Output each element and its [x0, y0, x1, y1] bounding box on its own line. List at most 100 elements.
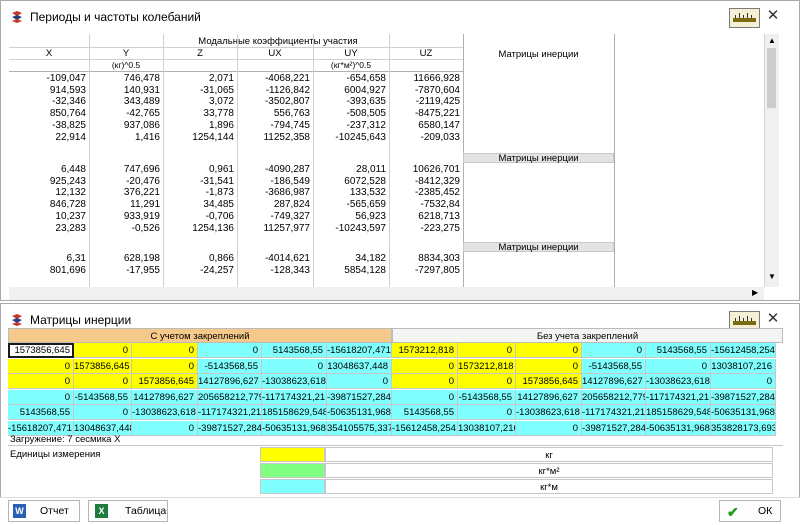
table-cell[interactable]: -10245,643 — [313, 132, 389, 143]
matrix-cell[interactable]: -39871527,284 — [582, 420, 646, 436]
table-cell[interactable]: 1254,144 — [163, 132, 237, 143]
table-cell[interactable]: 6,31 — [9, 253, 89, 264]
matrix-cell[interactable]: -15618207,471 — [327, 343, 392, 358]
table-cell[interactable]: 56,923 — [313, 211, 389, 222]
matrix-cell[interactable]: -117174321,21 — [262, 389, 327, 405]
matrix-cell[interactable]: -50635131,968 — [646, 420, 711, 436]
scroll-thumb[interactable] — [767, 48, 776, 108]
matrix-cell[interactable]: 0 — [74, 374, 132, 389]
table-cell[interactable]: 5854,128 — [313, 265, 389, 276]
table-cell[interactable]: -186,549 — [237, 176, 313, 187]
matrix-cell[interactable]: 13038107,216 — [458, 420, 516, 436]
table-cell[interactable]: 1254,136 — [163, 223, 237, 234]
matrix-cell[interactable]: 0 — [8, 374, 74, 389]
table-cell[interactable]: -2385,452 — [389, 187, 463, 198]
matrix-cell[interactable]: -5143568,55 — [74, 389, 132, 405]
table-cell[interactable]: 6004,927 — [313, 85, 389, 96]
table-cell[interactable]: 746,478 — [89, 73, 163, 84]
table-cell[interactable]: -7870,604 — [389, 85, 463, 96]
matrix-cell[interactable]: -5143568,55 — [198, 358, 262, 374]
matrix-cell[interactable]: -117174321,21 — [198, 405, 262, 420]
table-cell[interactable]: -24,257 — [163, 265, 237, 276]
matrix-cell[interactable]: 0 — [132, 343, 198, 358]
matrix-cell[interactable]: 0 — [132, 358, 198, 374]
table-cell[interactable]: -31,541 — [163, 176, 237, 187]
table-cell[interactable]: 34,485 — [163, 199, 237, 210]
table-cell[interactable]: -7532,84 — [389, 199, 463, 210]
matrix-cell[interactable]: -13038623,618 — [646, 374, 711, 389]
matrix-cell[interactable]: 353828173,693 — [711, 420, 776, 436]
table-cell[interactable]: -4068,221 — [237, 73, 313, 84]
table-cell[interactable]: -20,476 — [89, 176, 163, 187]
table-cell[interactable]: -31,065 — [163, 85, 237, 96]
matrix-cell[interactable]: 1573856,645 — [8, 343, 74, 358]
matrix-cell[interactable]: -50635131,968 — [711, 405, 776, 420]
table-cell[interactable]: -17,955 — [89, 265, 163, 276]
horizontal-scrollbar[interactable]: ▶ — [9, 287, 764, 300]
report-button[interactable]: W Отчет — [8, 500, 80, 522]
table-cell[interactable]: -209,033 — [389, 132, 463, 143]
col-header-ux[interactable]: UX — [237, 48, 313, 59]
table-cell[interactable]: 0,866 — [163, 253, 237, 264]
table-cell[interactable]: 914,593 — [9, 85, 89, 96]
table-cell[interactable]: -749,327 — [237, 211, 313, 222]
matrix-cell[interactable]: -39871527,284 — [198, 420, 262, 436]
table-cell[interactable]: 937,086 — [89, 120, 163, 131]
matrix-cell[interactable]: -15612458,254 — [392, 420, 458, 436]
matrix-cell[interactable]: 0 — [8, 389, 74, 405]
matrix-cell[interactable]: 1573856,645 — [74, 358, 132, 374]
matrix-cell[interactable]: -5143568,55 — [582, 358, 646, 374]
scroll-up-icon[interactable]: ▲ — [767, 36, 777, 46]
table-cell[interactable]: -1,873 — [163, 187, 237, 198]
table-cell[interactable]: -128,343 — [237, 265, 313, 276]
matrix-cell[interactable]: 14127896,627 — [198, 374, 262, 389]
table-cell[interactable]: 11252,358 — [237, 132, 313, 143]
table-button[interactable]: X Таблица — [88, 500, 168, 522]
table-cell[interactable]: -0,526 — [89, 223, 163, 234]
matrix-cell[interactable]: 0 — [516, 358, 582, 374]
matrix-cell[interactable]: 205658212,779 — [582, 389, 646, 405]
matrix-cell[interactable]: 185158629,548 — [262, 405, 327, 420]
scroll-right-icon[interactable]: ▶ — [752, 288, 762, 297]
matrix-cell[interactable]: 0 — [458, 374, 516, 389]
matrix-cell[interactable]: 0 — [516, 420, 582, 436]
table-cell[interactable]: -32,346 — [9, 96, 89, 107]
table-cell[interactable]: 12,132 — [9, 187, 89, 198]
table-cell[interactable]: 34,182 — [313, 253, 389, 264]
matrix-cell[interactable]: 5143568,55 — [392, 405, 458, 420]
col-header-y[interactable]: Y — [89, 48, 163, 59]
table-cell[interactable]: 850,764 — [9, 108, 89, 119]
table-cell[interactable]: 6580,147 — [389, 120, 463, 131]
matrix-cell[interactable]: -13038623,618 — [132, 405, 198, 420]
matrix-cell[interactable]: -13038623,618 — [516, 405, 582, 420]
matrix-cell[interactable]: 0 — [516, 343, 582, 358]
matrix-cell[interactable]: 0 — [458, 405, 516, 420]
matrix-cell[interactable]: -39871527,284 — [711, 389, 776, 405]
table-cell[interactable]: 11257,977 — [237, 223, 313, 234]
close-icon[interactable]: ✕ — [764, 7, 782, 25]
matrix-cell[interactable]: 0 — [74, 343, 132, 358]
matrix-cell[interactable]: 0 — [711, 374, 776, 389]
table-cell[interactable]: 6,448 — [9, 164, 89, 175]
table-cell[interactable]: -10243,597 — [313, 223, 389, 234]
table-cell[interactable]: -565,659 — [313, 199, 389, 210]
table-cell[interactable]: 22,914 — [9, 132, 89, 143]
table-cell[interactable]: -794,745 — [237, 120, 313, 131]
ruler-button[interactable] — [729, 8, 760, 28]
table-cell[interactable]: -223,275 — [389, 223, 463, 234]
table-cell[interactable]: -654,658 — [313, 73, 389, 84]
table-cell[interactable]: -3686,987 — [237, 187, 313, 198]
table-cell[interactable]: 3,072 — [163, 96, 237, 107]
table-cell[interactable]: -393,635 — [313, 96, 389, 107]
table-cell[interactable]: -8475,221 — [389, 108, 463, 119]
matrix-cell[interactable]: 1573856,645 — [516, 374, 582, 389]
table-cell[interactable]: -4014,621 — [237, 253, 313, 264]
col-header-z[interactable]: Z — [163, 48, 237, 59]
scroll-down-icon[interactable]: ▼ — [767, 272, 777, 282]
table-cell[interactable]: -3502,807 — [237, 96, 313, 107]
table-cell[interactable]: 2,071 — [163, 73, 237, 84]
matrix-cell[interactable]: -5143568,55 — [458, 389, 516, 405]
table-cell[interactable]: 343,489 — [89, 96, 163, 107]
matrix-cell[interactable]: 13048637,448 — [327, 358, 392, 374]
matrix-cell[interactable]: 354105575,337 — [327, 420, 392, 436]
